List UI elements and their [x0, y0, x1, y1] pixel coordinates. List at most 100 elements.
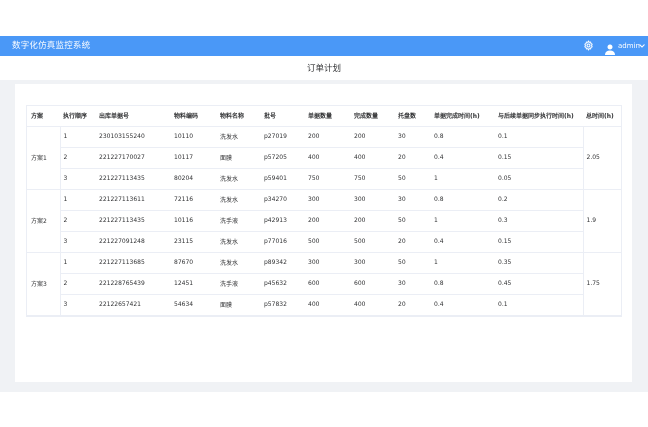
- table-cell: 0.15: [495, 147, 583, 169]
- table-cell: 10110: [171, 126, 217, 148]
- table-cell: 500: [351, 231, 395, 253]
- table-cell: 221227113435: [96, 168, 171, 190]
- table-cell: 0.8: [431, 189, 495, 211]
- table-cell: 400: [305, 147, 351, 169]
- column-header: 方案: [27, 106, 60, 127]
- table-row: 2 221228765439 12451 洗手液 p45632 600 600 30 0.8 0.…: [27, 273, 621, 295]
- column-header: 执行顺序: [60, 106, 96, 127]
- table-cell: 0.1: [495, 294, 583, 316]
- app-title: 数字化仿真监控系统: [12, 41, 91, 51]
- table-cell: 221228765439: [96, 273, 171, 295]
- table-cell: 22122657421: [96, 294, 171, 316]
- table-cell: 0.1: [495, 126, 583, 148]
- table-row: 3 221227091248 23115 洗发水 p77016 500 500 20 0.4 0.…: [27, 231, 621, 253]
- table-cell: 87670: [171, 252, 217, 274]
- table-cell: 221227113611: [96, 189, 171, 211]
- chevron-down-icon[interactable]: [639, 41, 645, 54]
- table-cell: 0.4: [431, 231, 495, 253]
- table-cell: 221227170027: [96, 147, 171, 169]
- table-cell: 1: [431, 168, 495, 190]
- user-icon[interactable]: [605, 40, 615, 55]
- plan-cell: 方案2: [27, 189, 61, 253]
- table-cell: 0.8: [431, 273, 495, 295]
- table-row: 方案2 1 221227113611 72116 洗发水 p34270 300 300 30 0.…: [27, 189, 622, 253]
- table-cell: 1: [431, 210, 495, 232]
- table-cell: p57205: [261, 147, 305, 169]
- table-cell: 3: [60, 294, 96, 316]
- table-cell: 0.05: [495, 168, 583, 190]
- table-row: 2 221227113435 10116 洗手液 p42913 200 200 50 1 0.3: [27, 210, 621, 232]
- table-cell: 10117: [171, 147, 217, 169]
- table-cell: 0.45: [495, 273, 583, 295]
- table-cell: 0.4: [431, 294, 495, 316]
- plan-cell: 方案3: [27, 252, 61, 316]
- column-header: 托盘数: [395, 106, 431, 127]
- page-header: 订单计划: [0, 56, 648, 80]
- table-cell: 1: [431, 252, 495, 274]
- column-header: 出库单据号: [96, 106, 171, 127]
- table-cell: 3: [60, 168, 96, 190]
- top-navbar: 数字化仿真监控系统 admin: [0, 36, 648, 56]
- table-cell: 3: [60, 231, 96, 253]
- table-cell: 500: [305, 231, 351, 253]
- table-cell: 10116: [171, 210, 217, 232]
- table-cell: 20: [395, 294, 431, 316]
- user-name[interactable]: admin: [618, 41, 640, 51]
- table-cell: 200: [305, 210, 351, 232]
- table-cell: 面膜: [217, 147, 261, 169]
- table-cell: p27019: [261, 126, 305, 148]
- table-cell: 200: [351, 210, 395, 232]
- column-header: 与后续单据同步执行时间(h): [495, 106, 583, 127]
- table-cell: 50: [395, 252, 431, 274]
- table-cell: 洗发水: [217, 126, 261, 148]
- table-cell: 300: [305, 252, 351, 274]
- total-time-cell: 1.9: [582, 189, 622, 253]
- table-row: 3 221227113435 80204 洗发水 p59401 750 750 50 1 0.05: [27, 168, 621, 190]
- table-cell: 12451: [171, 273, 217, 295]
- column-header: 单据完成时间(h): [431, 106, 495, 127]
- table-cell: p89342: [261, 252, 305, 274]
- table-cell: 30: [395, 126, 431, 148]
- column-header: 单据数量: [305, 106, 351, 127]
- gear-icon[interactable]: [583, 40, 594, 51]
- table-cell: 洗手液: [217, 273, 261, 295]
- table-cell: 750: [305, 168, 351, 190]
- table-cell: 洗发水: [217, 168, 261, 190]
- column-header: 完成数量: [351, 106, 395, 127]
- table-cell: 2: [60, 147, 96, 169]
- table-cell: p59401: [261, 168, 305, 190]
- table-cell: 300: [305, 189, 351, 211]
- table-cell: 400: [351, 294, 395, 316]
- table-cell: 80204: [171, 168, 217, 190]
- table-cell: p57832: [261, 294, 305, 316]
- column-header: 批号: [261, 106, 305, 127]
- table-cell: 600: [305, 273, 351, 295]
- table-cell: 0.4: [431, 147, 495, 169]
- table-cell: 50: [395, 168, 431, 190]
- table-cell: 200: [305, 126, 351, 148]
- table-cell: 23115: [171, 231, 217, 253]
- table-cell: 0.3: [495, 210, 583, 232]
- table-cell: 0.2: [495, 189, 583, 211]
- table-cell: 400: [305, 294, 351, 316]
- table-row: 2 221227170027 10117 面膜 p57205 400 400 20 0.4 0.1…: [27, 147, 621, 169]
- plan-cell: 方案1: [27, 126, 61, 190]
- table-cell: 2: [60, 273, 96, 295]
- table-header-row: 方案 执行顺序 出库单据号 物料编码 物料名称 批号 单据数量 完成数量 托盘数 单据完成时间(h…: [27, 106, 621, 127]
- table-cell: 0.35: [495, 252, 583, 274]
- table-cell: 洗发水: [217, 189, 261, 211]
- table-cell: 30: [395, 189, 431, 211]
- table-cell: 50: [395, 210, 431, 232]
- order-plan-table: 方案 执行顺序 出库单据号 物料编码 物料名称 批号 单据数量 完成数量 托盘数 单据完成时间(h…: [27, 106, 622, 316]
- table-cell: 221227113685: [96, 252, 171, 274]
- table-cell: p77016: [261, 231, 305, 253]
- table-cell: 面膜: [217, 294, 261, 316]
- table-cell: 300: [351, 189, 395, 211]
- total-time-cell: 1.75: [582, 252, 622, 316]
- table-cell: 洗发水: [217, 252, 261, 274]
- table-cell: 221227113435: [96, 210, 171, 232]
- table-cell: 2: [60, 210, 96, 232]
- table-cell: 30: [395, 273, 431, 295]
- table-cell: 0.15: [495, 231, 583, 253]
- table-cell: 0.8: [431, 126, 495, 148]
